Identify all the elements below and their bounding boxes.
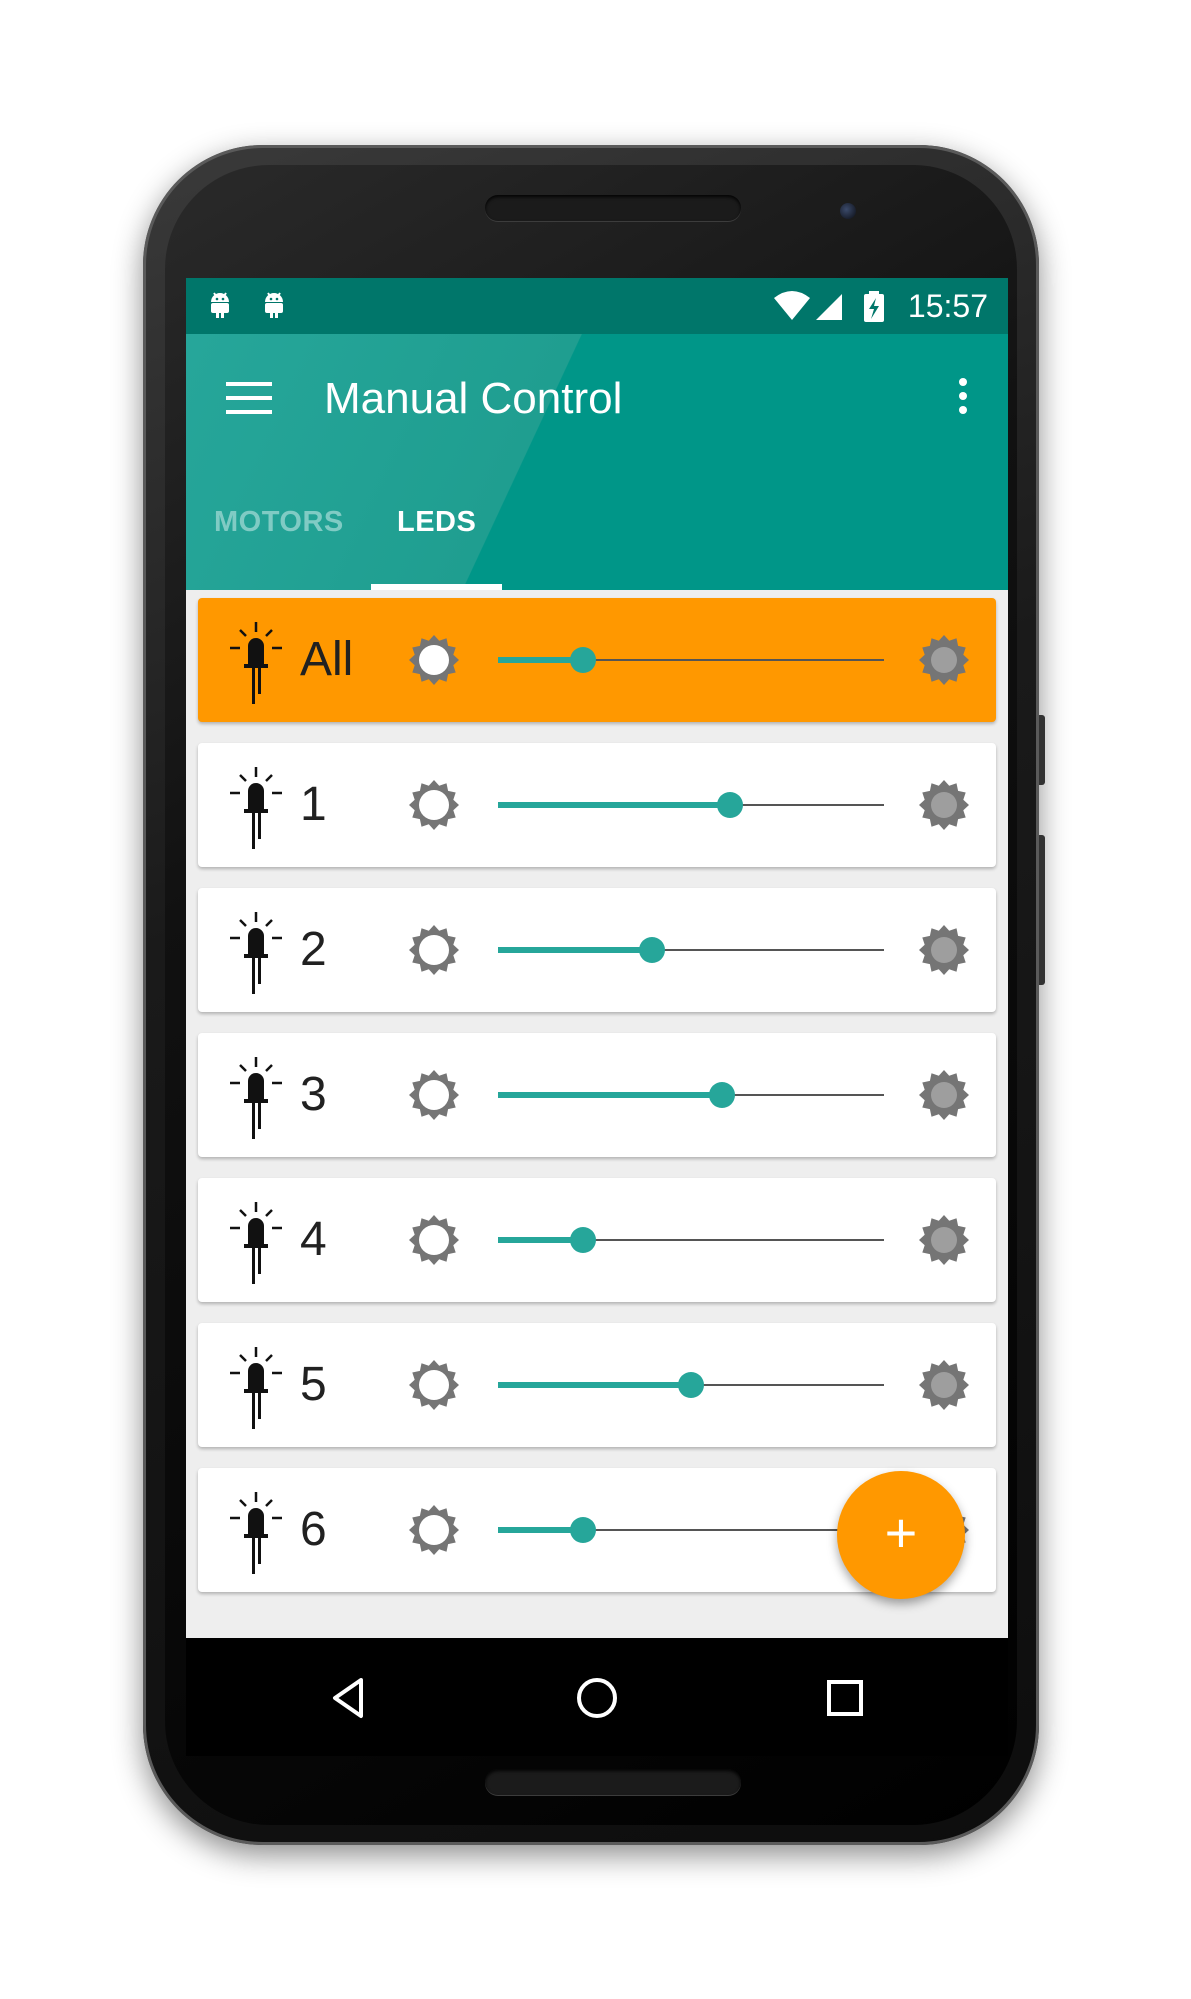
- slider-thumb[interactable]: [569, 1517, 596, 1543]
- brightness-slider[interactable]: [498, 926, 884, 974]
- front-camera: [840, 203, 856, 219]
- led-card[interactable]: 5: [198, 1323, 996, 1447]
- slider-fill: [498, 802, 730, 808]
- led-card[interactable]: 2: [198, 888, 996, 1012]
- recents-icon[interactable]: [817, 1670, 873, 1726]
- tab-indicator: [371, 584, 502, 590]
- brightness-low-icon[interactable]: [408, 634, 460, 686]
- slider-thumb[interactable]: [678, 1372, 704, 1398]
- brightness-slider[interactable]: [498, 636, 884, 684]
- brightness-slider[interactable]: [498, 1071, 884, 1119]
- slider-thumb[interactable]: [716, 792, 743, 818]
- led-card[interactable]: 3: [198, 1033, 996, 1157]
- led-card-all[interactable]: All: [198, 598, 996, 722]
- led-icon: [230, 1202, 282, 1284]
- brightness-low-icon[interactable]: [408, 1504, 460, 1556]
- slider-thumb[interactable]: [639, 937, 666, 963]
- brightness-high-icon[interactable]: [918, 779, 970, 831]
- led-card[interactable]: 1: [198, 743, 996, 867]
- brightness-low-icon[interactable]: [408, 924, 460, 976]
- led-label: All: [300, 633, 354, 686]
- tab-motors[interactable]: MOTORS: [214, 506, 344, 539]
- led-label: 2: [300, 923, 327, 976]
- slider-fill: [498, 947, 653, 953]
- status-bar: 15:57: [186, 278, 1008, 334]
- home-icon[interactable]: [569, 1670, 625, 1726]
- brightness-slider[interactable]: [498, 1361, 884, 1409]
- slider-thumb[interactable]: [569, 647, 596, 673]
- plus-icon: +: [884, 1501, 918, 1564]
- led-label: 4: [300, 1213, 327, 1266]
- led-label: 6: [300, 1503, 327, 1556]
- brightness-low-icon[interactable]: [408, 1069, 460, 1121]
- clock: 15:57: [907, 288, 988, 324]
- brightness-high-icon[interactable]: [918, 1214, 970, 1266]
- led-icon: [230, 622, 282, 704]
- led-icon: [230, 1492, 282, 1574]
- app-bar: Manual Control MOTORS LEDS: [186, 334, 1008, 590]
- screen: 15:57 Manual Control MOTORS LEDS All 1 2 3 4…: [186, 278, 1008, 1638]
- hamburger-menu-icon[interactable]: [226, 382, 274, 418]
- led-icon: [230, 767, 282, 849]
- brightness-slider[interactable]: [498, 1506, 884, 1554]
- add-fab-button[interactable]: +: [837, 1471, 965, 1599]
- led-icon: [230, 1347, 282, 1429]
- led-icon: [230, 912, 282, 994]
- brightness-high-icon[interactable]: [918, 1359, 970, 1411]
- slider-thumb[interactable]: [708, 1082, 735, 1108]
- android-debug-icon: [211, 292, 229, 318]
- power-button: [1039, 715, 1045, 785]
- slider-thumb[interactable]: [569, 1227, 596, 1253]
- brightness-low-icon[interactable]: [408, 1214, 460, 1266]
- signal-icon: [816, 294, 842, 320]
- volume-button: [1039, 835, 1045, 985]
- brightness-slider[interactable]: [498, 781, 884, 829]
- brightness-high-icon[interactable]: [918, 924, 970, 976]
- page-title: Manual Control: [324, 374, 623, 423]
- brightness-high-icon[interactable]: [918, 1069, 970, 1121]
- brightness-low-icon[interactable]: [408, 1359, 460, 1411]
- bottom-speaker: [485, 1769, 741, 1795]
- android-debug-icon: [265, 292, 283, 318]
- led-label: 3: [300, 1068, 327, 1121]
- wifi-icon: [774, 291, 810, 320]
- led-card[interactable]: 4: [198, 1178, 996, 1302]
- brightness-low-icon[interactable]: [408, 779, 460, 831]
- more-vert-icon[interactable]: [956, 378, 968, 418]
- led-label: 1: [300, 778, 327, 831]
- led-label: 5: [300, 1358, 327, 1411]
- brightness-high-icon[interactable]: [918, 634, 970, 686]
- navigation-bar: [186, 1638, 1008, 1756]
- back-icon[interactable]: [321, 1670, 377, 1726]
- slider-fill: [498, 1092, 722, 1098]
- brightness-slider[interactable]: [498, 1216, 884, 1264]
- system-status-icons: [774, 291, 884, 322]
- led-icon: [230, 1057, 282, 1139]
- slider-fill: [498, 1382, 691, 1388]
- battery-charging-icon: [864, 291, 884, 322]
- earpiece-speaker: [485, 195, 741, 221]
- tab-leds[interactable]: LEDS: [397, 506, 476, 539]
